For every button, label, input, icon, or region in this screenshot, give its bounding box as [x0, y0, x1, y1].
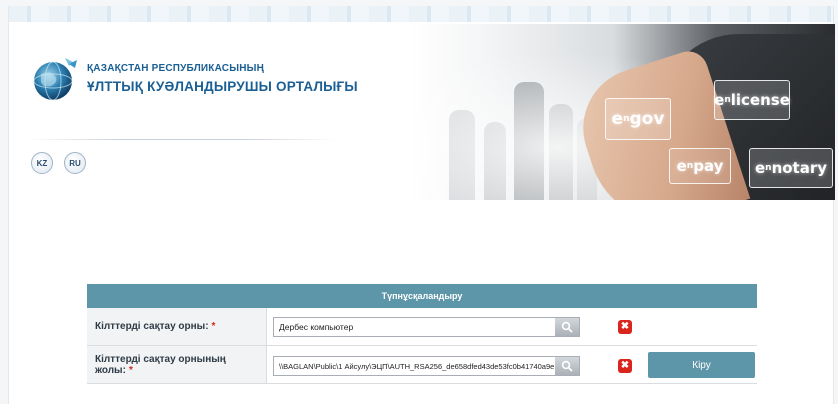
top-ornament [9, 6, 833, 22]
elicense-tile: e n license [714, 80, 790, 120]
storage-row: Кілттерді сақтау орны: * Дербес компьютер… [87, 308, 757, 346]
path-label: Кілттерді сақтау орнының жолы: * [87, 346, 267, 383]
authentication-form: Түпнұсқаландыру Кілттерді сақтау орны: * … [87, 284, 757, 384]
storage-label: Кілттерді сақтау орны: * [87, 308, 267, 345]
enotary-tile: e n notary [749, 148, 833, 188]
key-path-value: \\BAGLAN\Public\1 Айсулу\ЭЦП\AUTH_RSA256… [279, 362, 555, 371]
login-button[interactable]: Кіру [648, 352, 755, 378]
key-path-input[interactable]: \\BAGLAN\Public\1 Айсулу\ЭЦП\AUTH_RSA256… [273, 356, 580, 376]
storage-location-value: Дербес компьютер [279, 322, 354, 332]
path-clear-button[interactable]: ✖ [618, 359, 632, 373]
storage-location-select[interactable]: Дербес компьютер [273, 317, 580, 337]
search-icon [561, 360, 573, 372]
hero-banner: e n gov e n license e n pay e n notary [409, 24, 835, 200]
search-icon [561, 321, 573, 333]
path-browse-button[interactable] [555, 357, 579, 375]
auth-form-title: Түпнұсқаландыру [87, 284, 757, 308]
globe-logo-icon [33, 58, 77, 101]
required-mark: * [128, 364, 133, 376]
language-kz-button[interactable]: KZ [31, 152, 53, 174]
org-name-line1: ҚАЗАҚСТАН РЕСПУБЛИКАСЫНЫҢ [87, 63, 265, 74]
path-row: Кілттерді сақтау орнының жолы: * \\BAGLAN… [87, 346, 757, 384]
storage-browse-button[interactable] [555, 318, 579, 336]
page: ҚАЗАҚСТАН РЕСПУБЛИКАСЫНЫҢ ҰЛТТЫҚ КУӘЛАНД… [8, 6, 835, 404]
header-divider [27, 139, 337, 140]
storage-clear-button[interactable]: ✖ [618, 320, 632, 334]
epay-tile: e n pay [669, 148, 731, 184]
org-name-line2: ҰЛТТЫҚ КУӘЛАНДЫРУШЫ ОРТАЛЫҒЫ [87, 79, 358, 94]
language-ru-button[interactable]: RU [64, 152, 86, 174]
egov-tile: e n gov [605, 98, 671, 140]
required-mark: * [211, 321, 216, 332]
